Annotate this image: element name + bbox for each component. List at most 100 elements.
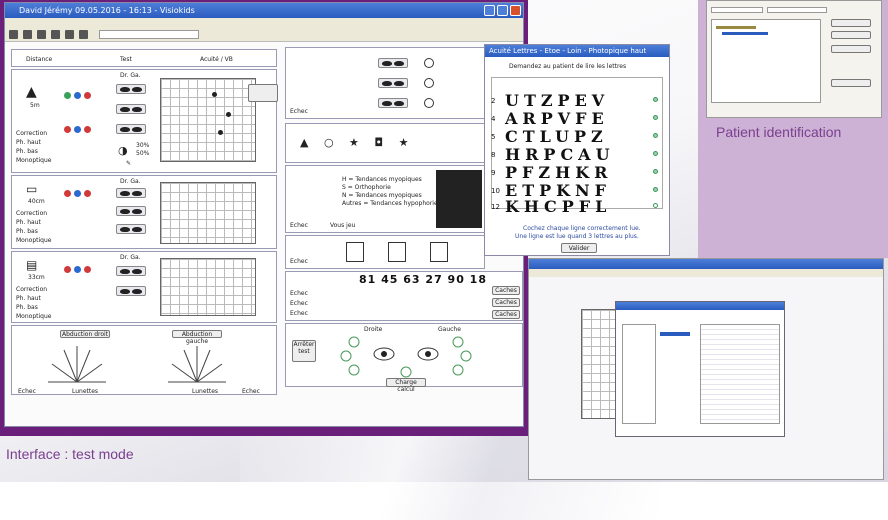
test-circle[interactable] xyxy=(424,98,434,108)
status-dot-red[interactable] xyxy=(64,266,71,273)
status-dot-red[interactable] xyxy=(64,190,71,197)
eye-movement-diagram[interactable] xyxy=(336,334,476,378)
status-dot-green[interactable] xyxy=(64,92,71,99)
lunettes-option[interactable]: Lunettes xyxy=(72,388,98,395)
fan-diagram-left[interactable] xyxy=(162,342,232,386)
eye-toggle[interactable] xyxy=(116,286,146,296)
option-correction[interactable]: Correction xyxy=(16,130,47,137)
contrast-icon[interactable]: ◑ xyxy=(118,144,128,157)
eye-toggle[interactable] xyxy=(116,206,146,216)
test-circle[interactable] xyxy=(424,58,434,68)
status-dot-red[interactable] xyxy=(84,266,91,273)
echec-option[interactable]: Echec xyxy=(18,388,36,395)
row-check[interactable] xyxy=(653,133,658,138)
arreter-test-button[interactable]: Arrêter test xyxy=(292,340,316,362)
maximize-button[interactable] xyxy=(497,5,508,16)
minimize-button[interactable] xyxy=(484,5,495,16)
eye-toggle[interactable] xyxy=(116,104,146,114)
echec-option[interactable]: Echec xyxy=(290,300,308,307)
eye-toggle[interactable] xyxy=(116,84,146,94)
caches-button[interactable]: Caches xyxy=(492,298,520,307)
row-check[interactable] xyxy=(653,97,658,102)
abduction-left-button[interactable]: Abduction gauche xyxy=(172,330,222,345)
status-dot-red[interactable] xyxy=(84,92,91,99)
letter-row: ARPVFE xyxy=(505,109,609,128)
acuity-grid[interactable] xyxy=(160,258,256,316)
save-icon[interactable] xyxy=(37,30,46,39)
eye-toggle[interactable] xyxy=(116,224,146,234)
row-check[interactable] xyxy=(653,169,658,174)
echec-option[interactable]: Echec xyxy=(290,108,308,115)
fan-diagram-right[interactable] xyxy=(42,342,112,386)
eye-toggle[interactable] xyxy=(378,58,408,68)
marker-point xyxy=(212,92,217,97)
row-check[interactable] xyxy=(653,115,658,120)
status-dot-blue[interactable] xyxy=(74,92,81,99)
letters-instruction: Demandez au patient de lire les lettres xyxy=(509,63,627,70)
close-button[interactable] xyxy=(510,5,521,16)
caches-button[interactable]: Caches xyxy=(492,286,520,295)
caches-button[interactable]: Caches xyxy=(492,310,520,319)
eyes-popup[interactable] xyxy=(248,84,278,102)
eye-toggle[interactable] xyxy=(116,188,146,198)
eye-toggle[interactable] xyxy=(116,266,146,276)
status-dot-red[interactable] xyxy=(84,126,91,133)
depth-box[interactable] xyxy=(346,242,364,262)
option-correction[interactable]: Correction xyxy=(16,210,47,217)
distance-label: Distance xyxy=(26,56,53,63)
status-dot-blue[interactable] xyxy=(74,190,81,197)
tool-icon[interactable] xyxy=(65,30,74,39)
tendance-line: H = Tendances myopiques xyxy=(342,176,422,183)
echec-option[interactable]: Echec xyxy=(290,222,308,229)
option-ph-bas[interactable]: Ph. bas xyxy=(16,228,38,235)
status-dot-red[interactable] xyxy=(64,126,71,133)
eye-toggle[interactable] xyxy=(378,98,408,108)
echec-option[interactable]: Echec xyxy=(290,310,308,317)
status-dot-blue[interactable] xyxy=(74,266,81,273)
percent-b: 50% xyxy=(136,150,150,157)
option-ph-haut[interactable]: Ph. haut xyxy=(16,139,41,146)
charge-calcul-button[interactable]: Charge calcul xyxy=(386,378,426,393)
option-ph-haut[interactable]: Ph. haut xyxy=(16,295,41,302)
option-monoptique[interactable]: Monoptique xyxy=(16,313,51,320)
laptop-icon: ▭ xyxy=(26,182,38,196)
depth-box[interactable] xyxy=(430,242,448,262)
pencil-icon[interactable]: ✎ xyxy=(126,160,131,167)
print-icon[interactable] xyxy=(51,30,60,39)
echec-option[interactable]: Echec xyxy=(242,388,260,395)
symbols-panel: ▲ ○ ★ ◘ ★ xyxy=(285,123,485,163)
status-dot-blue[interactable] xyxy=(74,126,81,133)
option-ph-haut[interactable]: Ph. haut xyxy=(16,219,41,226)
option-monoptique[interactable]: Monoptique xyxy=(16,237,51,244)
eye-toggle[interactable] xyxy=(116,124,146,134)
test-circle[interactable] xyxy=(424,78,434,88)
menu-bar[interactable] xyxy=(5,18,523,28)
depth-box[interactable] xyxy=(388,242,406,262)
echec-option[interactable]: Echec xyxy=(290,290,308,297)
row-check[interactable] xyxy=(653,151,658,156)
open-icon[interactable] xyxy=(23,30,32,39)
acuity-grid[interactable] xyxy=(160,182,256,244)
option-correction[interactable]: Correction xyxy=(16,286,47,293)
status-dot-red[interactable] xyxy=(84,190,91,197)
abduction-right-button[interactable]: Abduction droit xyxy=(60,330,110,338)
option-monoptique[interactable]: Monoptique xyxy=(16,157,51,164)
settings-icon[interactable] xyxy=(79,30,88,39)
eye-header: Dr. Ga. xyxy=(120,72,141,79)
option-ph-bas[interactable]: Ph. bas xyxy=(16,148,38,155)
title-bar: David Jérémy 09.05.2016 - 16:13 - Visiok… xyxy=(5,3,523,18)
row-check[interactable] xyxy=(653,203,658,208)
cover-test-image[interactable] xyxy=(436,170,482,228)
acuity-grid[interactable] xyxy=(160,78,256,162)
option-ph-bas[interactable]: Ph. bas xyxy=(16,304,38,311)
new-icon[interactable] xyxy=(9,30,18,39)
validate-button[interactable]: Valider xyxy=(561,243,597,253)
row-check[interactable] xyxy=(653,187,658,192)
eye-toggle[interactable] xyxy=(378,78,408,88)
row-number: 2 xyxy=(491,97,496,105)
echec-option[interactable]: Echec xyxy=(290,258,308,265)
vous-jeu-option[interactable]: Vous jeu xyxy=(330,222,355,229)
symbols-row[interactable]: ▲ ○ ★ ◘ ★ xyxy=(300,136,414,149)
mode-select[interactable] xyxy=(99,30,199,39)
lunettes-option[interactable]: Lunettes xyxy=(192,388,218,395)
